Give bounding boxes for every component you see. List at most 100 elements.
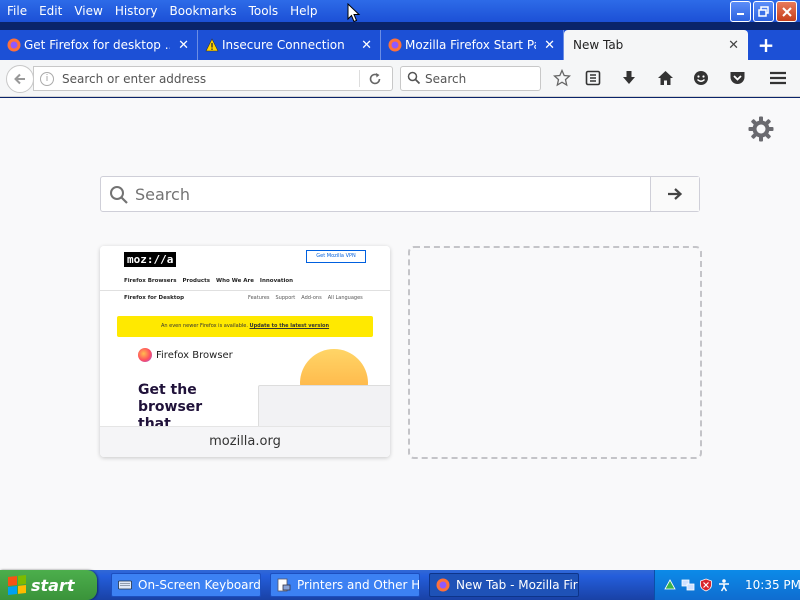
firefox-icon [7,38,21,52]
reload-icon [369,73,381,85]
downloads-button[interactable] [619,68,639,88]
navigation-toolbar: i [0,60,800,97]
menu-edit[interactable]: Edit [33,0,68,22]
minimize-icon [737,13,744,15]
preview-subnav-item: Add-ons [301,295,322,301]
keyboard-icon [118,580,132,590]
tab-close-icon[interactable]: ✕ [728,38,739,53]
menu-history[interactable]: History [109,0,164,22]
empty-tile-placeholder [408,246,702,459]
taskbar-item-printers[interactable]: Printers and Other H... [270,573,420,597]
restore-icon [758,6,769,17]
preview-headline: Get the browser that [138,382,203,426]
preview-banner-link: Update to the latest version [249,323,330,329]
preview-nav: Firefox Browsers Products Who We Are Inn… [124,278,293,284]
top-site-tile[interactable]: moz://a Get Mozilla VPN Firefox Browsers… [100,246,390,457]
tab-firefox-start-page[interactable]: Mozilla Firefox Start Page ✕ [381,30,564,60]
minimize-button[interactable] [730,1,751,22]
content-search-box [100,176,700,212]
menu-button[interactable] [768,68,788,88]
url-input[interactable] [62,67,362,90]
menu-help[interactable]: Help [284,0,323,22]
tile-caption: mozilla.org [100,426,390,457]
content-search-input[interactable] [135,177,645,211]
search-icon [407,71,421,85]
tab-get-firefox[interactable]: Get Firefox for desktop ... ✕ [0,30,198,60]
mozilla-logo: moz://a [124,252,177,267]
menu-bookmarks[interactable]: Bookmarks [164,0,243,22]
hello-button[interactable] [691,68,711,88]
arrow-right-icon [668,188,683,200]
mouse-cursor-icon [347,3,361,23]
tab-new-tab[interactable]: New Tab ✕ [564,30,748,60]
home-button[interactable] [655,68,675,88]
back-arrow-icon [14,73,25,85]
menu-view[interactable]: View [68,0,108,22]
tab-strip: Get Firefox for desktop ... ✕ Insecure C… [0,30,800,60]
search-bar[interactable] [400,66,541,91]
url-bar[interactable]: i [33,66,393,91]
taskbar: start On-Screen Keyboard Printers and Ot… [0,570,800,600]
security-shield-icon[interactable] [699,578,713,592]
back-button[interactable] [6,65,34,93]
close-button[interactable] [776,1,797,22]
preview-brand: Firefox Browser [138,348,233,362]
customize-button[interactable] [747,115,775,143]
search-icon [110,186,128,204]
network-icon[interactable] [681,578,695,592]
divider [100,290,390,291]
safely-remove-icon[interactable] [663,578,677,592]
firefox-icon [436,578,450,592]
home-icon [657,71,673,85]
preview-screenshot [258,385,390,426]
restore-button[interactable] [753,1,774,22]
close-icon [781,6,792,17]
info-icon[interactable]: i [40,72,54,86]
preview-nav-item: Who We Are [216,278,254,284]
search-bar-input[interactable] [425,67,537,90]
taskbar-item-label: On-Screen Keyboard [138,578,261,592]
window-controls [730,1,797,22]
tile-thumbnail: moz://a Get Mozilla VPN Firefox Browsers… [100,246,390,426]
tab-insecure-connection[interactable]: Insecure Connection ✕ [198,30,381,60]
preview-nav-item: Firefox Browsers [124,278,177,284]
preview-brand-label: Firefox Browser [156,349,233,361]
windows-flag-icon [8,575,26,595]
star-icon [553,69,571,87]
new-tab-page: moz://a Get Mozilla VPN Firefox Browsers… [0,98,800,570]
preview-subtitle: Firefox for Desktop [124,295,185,301]
tab-close-icon[interactable]: ✕ [178,38,189,53]
taskbar-item-label: Printers and Other H... [297,578,420,592]
taskbar-item-firefox[interactable]: New Tab - Mozilla Fire... [429,573,579,597]
hamburger-icon [770,71,786,85]
new-tab-button[interactable]: + [748,30,784,60]
tab-label: Mozilla Firefox Start Page [405,38,536,52]
preview-subnav: Features Support Add-ons All Languages [248,295,363,301]
printers-icon [277,578,291,592]
search-go-button[interactable] [650,177,699,211]
tab-close-icon[interactable]: ✕ [544,38,555,53]
taskbar-item-label: New Tab - Mozilla Fire... [456,578,578,592]
preview-subnav-item: Support [275,295,296,301]
list-icon [585,70,601,86]
pocket-button[interactable] [727,68,747,88]
clock: 10:35 PM [745,578,800,592]
title-bar: File Edit View History Bookmarks Tools H… [0,0,800,22]
menu-tools[interactable]: Tools [243,0,285,22]
tab-close-icon[interactable]: ✕ [361,38,372,53]
reload-button[interactable] [366,70,384,88]
warning-icon [205,38,219,52]
menu-bar: File Edit View History Bookmarks Tools H… [0,0,324,22]
menu-file[interactable]: File [0,0,33,22]
preview-banner-text: An even newer Firefox is available. [160,323,248,329]
preview-nav-item: Innovation [259,278,294,284]
firefox-icon [138,348,152,362]
taskbar-item-on-screen-keyboard[interactable]: On-Screen Keyboard [111,573,261,597]
tab-label: New Tab [573,38,624,52]
bookmark-star-button[interactable] [552,68,572,88]
reading-list-button[interactable] [583,68,603,88]
start-label: start [31,575,75,595]
accessibility-icon[interactable] [717,578,731,592]
preview-nav-item: Products [182,278,211,284]
start-button[interactable]: start [0,570,97,600]
